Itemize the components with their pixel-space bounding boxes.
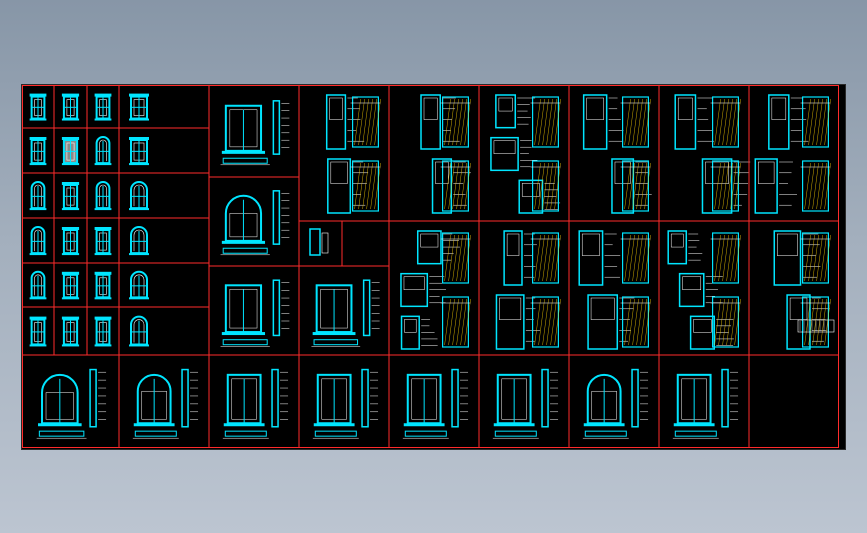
large-arched-window-elevation: [36, 368, 107, 439]
large-arched-window-elevation: [132, 368, 199, 439]
large-arched-window-elevation: [672, 368, 739, 439]
window-type-thumbnail: [61, 93, 80, 121]
window-type-thumbnail: [129, 226, 149, 256]
window-type-thumbnail: [29, 316, 47, 347]
large-arched-window-elevation: [492, 368, 559, 439]
window-type-thumbnail: [129, 181, 149, 211]
wall-section-details: [490, 94, 561, 214]
window-type-thumbnail: [29, 93, 47, 121]
window-type-thumbnail: [61, 137, 80, 166]
wall-section-details: [582, 94, 652, 214]
window-head-and-sill-sections: [773, 230, 831, 350]
window-type-thumbnail: [94, 316, 112, 347]
large-arched-window-elevation: [582, 368, 649, 439]
wall-section-details: [754, 94, 831, 214]
wall-section-details: [674, 94, 751, 214]
molding-details: [220, 279, 290, 347]
window-type-thumbnail: [129, 315, 149, 347]
window-type-thumbnail: [129, 270, 149, 300]
window-type-thumbnail: [129, 137, 149, 166]
window-type-thumbnail: [29, 270, 47, 300]
small-section-detail: [309, 228, 329, 256]
window-type-thumbnail: [29, 137, 47, 166]
window-head-and-sill-sections: [400, 230, 471, 350]
arched-window-detail: [220, 190, 290, 256]
large-arched-window-elevation: [312, 368, 379, 439]
wall-section-details: [420, 94, 471, 214]
wall-section-details: [325, 94, 381, 214]
large-arched-window-elevation: [402, 368, 469, 439]
window-type-thumbnail: [94, 93, 112, 121]
window-type-thumbnail: [129, 93, 149, 121]
window-type-thumbnail: [61, 227, 80, 256]
window-type-thumbnail: [61, 182, 80, 211]
window-head-and-sill-sections: [578, 230, 651, 350]
window-type-thumbnail: [94, 136, 112, 166]
window-head-and-sill-sections: [667, 230, 741, 350]
window-type-thumbnail: [29, 226, 47, 256]
window-elevation-and-section: [220, 100, 290, 166]
cad-drawing-sheet: [21, 84, 846, 450]
window-type-thumbnail: [94, 271, 112, 300]
cornice-profiles: [311, 279, 380, 347]
window-type-thumbnail: [94, 181, 112, 211]
window-type-thumbnail: [94, 227, 112, 256]
cad-drawing-canvas: [22, 85, 839, 448]
window-head-and-sill-sections: [495, 230, 561, 350]
window-type-thumbnail: [29, 181, 47, 211]
large-arched-window-elevation: [222, 368, 289, 439]
window-type-thumbnail: [61, 271, 80, 300]
window-type-thumbnail: [61, 316, 80, 347]
